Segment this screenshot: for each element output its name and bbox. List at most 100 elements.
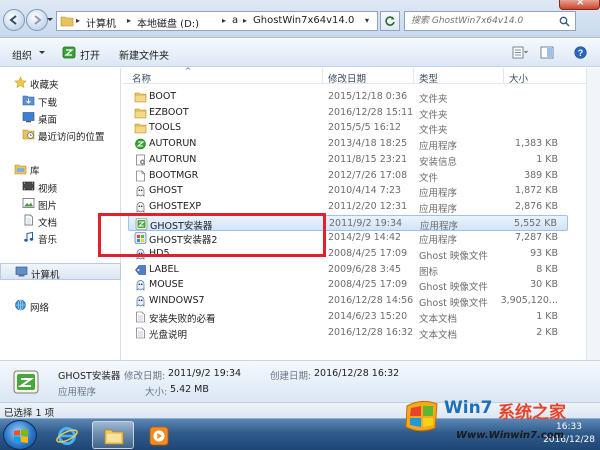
nav-item-recent-places[interactable]: 最近访问的位置 bbox=[0, 126, 121, 143]
breadcrumb-folder-a[interactable]: a bbox=[232, 15, 238, 26]
file-row[interactable]: EZBOOT 2016/12/28 15:11 文件夹 bbox=[128, 105, 568, 121]
music-icon bbox=[24, 231, 34, 242]
breadcrumb-separator: ▸ bbox=[127, 16, 132, 25]
nav-libraries[interactable]: 库 bbox=[0, 160, 121, 177]
column-divider[interactable] bbox=[503, 68, 504, 84]
command-bar: 组织 打开 新建文件夹 ? bbox=[0, 39, 600, 67]
text-file-icon bbox=[134, 327, 147, 342]
details-created-label: 创建日期: bbox=[270, 371, 312, 382]
details-file-type: 应用程序 bbox=[58, 387, 97, 398]
breadcrumb-separator: ▸ bbox=[76, 16, 81, 25]
file-row[interactable]: 光盘说明 2016/12/28 16:32 文本文档 2 KB bbox=[128, 325, 568, 341]
file-row[interactable]: BOOT 2015/12/18 0:36 文件夹 bbox=[128, 89, 568, 105]
column-divider[interactable] bbox=[413, 68, 414, 84]
nav-item-downloads[interactable]: 下载 bbox=[0, 92, 121, 109]
open-app-icon[interactable] bbox=[62, 46, 76, 59]
column-header-date[interactable]: 修改日期 bbox=[328, 71, 366, 85]
details-modified-label: 修改日期: bbox=[124, 371, 166, 382]
file-row[interactable]: WINDOWS7 2016/12/28 14:56 Ghost 映像文件 3,905,… bbox=[128, 293, 568, 309]
ghost-installer-icon bbox=[13, 370, 39, 394]
breadcrumb-current-folder[interactable]: GhostWin7x64v14.0 bbox=[253, 15, 354, 26]
desktop-icon bbox=[22, 112, 35, 123]
view-options-icon[interactable] bbox=[512, 46, 528, 59]
file-row[interactable]: LABEL 2009/6/28 3:45 图标 8 KB bbox=[128, 262, 568, 278]
nav-libraries-label: 库 bbox=[30, 166, 40, 177]
refresh-icon bbox=[385, 16, 395, 26]
file-date: 2016/12/28 15:11 bbox=[328, 106, 414, 118]
file-size: 1 KB bbox=[536, 153, 558, 165]
nav-computer-label: 计算机 bbox=[31, 270, 60, 281]
address-dropdown-chevron-icon[interactable]: ▾ bbox=[365, 16, 369, 25]
file-row[interactable]: AUTORUN 2011/8/15 23:21 安装信息 1 KB bbox=[128, 152, 568, 168]
refresh-button[interactable] bbox=[380, 11, 400, 31]
nav-item-label: 音乐 bbox=[38, 235, 58, 246]
search-icon[interactable] bbox=[559, 16, 570, 27]
breadcrumb[interactable]: ▸ 计算机 ▸ 本地磁盘 (D:) ▸ a ▸ GhostWin7x64v14.… bbox=[56, 11, 378, 31]
window-close-button[interactable]: × bbox=[559, 0, 600, 10]
nav-item-desktop[interactable]: 桌面 bbox=[0, 109, 121, 126]
file-name: WINDOWS7 bbox=[149, 295, 205, 307]
recent-pages-chevron-icon[interactable] bbox=[46, 16, 54, 24]
taskbar-media-player[interactable] bbox=[138, 421, 180, 449]
file-name: 光盘说明 bbox=[149, 329, 188, 341]
open-button[interactable]: 打开 bbox=[80, 47, 100, 62]
file-name: GHOST bbox=[149, 185, 183, 197]
watermark-brand-cn: 系统之家 bbox=[498, 403, 566, 423]
search-box[interactable] bbox=[404, 11, 576, 31]
preview-pane-icon[interactable] bbox=[540, 46, 554, 59]
file-name: BOOT bbox=[149, 91, 177, 102]
nav-computer[interactable]: 计算机 bbox=[0, 263, 121, 281]
file-row[interactable]: GHOST 2010/4/14 7:23 应用程序 1,872 KB bbox=[128, 183, 568, 199]
organize-button[interactable]: 组织 bbox=[12, 47, 32, 62]
file-row[interactable]: TOOLS 2015/5/5 16:12 文件夹 bbox=[128, 120, 568, 136]
search-input[interactable] bbox=[411, 12, 556, 30]
file-type: Ghost 映像文件 bbox=[419, 298, 488, 310]
start-button[interactable] bbox=[3, 420, 37, 450]
file-row[interactable]: AUTORUN 2013/4/18 18:25 应用程序 1,383 KB bbox=[128, 136, 568, 152]
back-button[interactable] bbox=[3, 9, 25, 31]
file-type: 应用程序 bbox=[419, 203, 458, 215]
nav-favorites[interactable]: 收藏夹 bbox=[0, 74, 121, 91]
status-selected-count: 已选择 1 项 bbox=[4, 408, 55, 419]
svg-text:?: ? bbox=[578, 48, 584, 58]
nav-network[interactable]: 网络 bbox=[0, 297, 121, 314]
file-row[interactable]: BOOTMGR 2012/7/26 17:08 文件 389 KB bbox=[128, 168, 568, 184]
breadcrumb-computer[interactable]: 计算机 bbox=[86, 15, 116, 30]
file-type: 文本文档 bbox=[419, 313, 458, 325]
file-size: 1,872 KB bbox=[515, 185, 558, 197]
file-type: 文件夹 bbox=[419, 109, 448, 121]
details-size-value: 5.42 MB bbox=[170, 384, 209, 395]
file-name: AUTORUN bbox=[149, 138, 197, 150]
file-date: 2011/9/2 19:34 bbox=[329, 217, 403, 229]
file-row[interactable]: MOUSE 2008/4/25 17:09 Ghost 映像文件 30 KB bbox=[128, 277, 568, 293]
file-date: 2010/4/14 7:23 bbox=[328, 185, 402, 197]
nav-item-label: 下载 bbox=[38, 98, 58, 109]
file-date: 2015/12/18 0:36 bbox=[328, 91, 408, 102]
column-header-name[interactable]: 名称 bbox=[132, 71, 151, 85]
file-date: 2011/2/20 12:31 bbox=[328, 200, 408, 212]
column-header-type[interactable]: 类型 bbox=[419, 71, 438, 85]
column-header-size[interactable]: 大小 bbox=[509, 71, 528, 85]
nav-item-pictures[interactable]: 图片 bbox=[0, 195, 121, 212]
taskbar-windows-explorer[interactable] bbox=[92, 421, 134, 449]
file-size: 5,552 KB bbox=[514, 217, 557, 229]
nav-item-videos[interactable]: 视频 bbox=[0, 178, 121, 195]
file-date: 2012/7/26 17:08 bbox=[328, 169, 408, 181]
help-icon[interactable]: ? bbox=[574, 46, 587, 59]
file-row[interactable]: 安装失败的必看 2014/6/23 15:20 文本文档 1 KB bbox=[128, 309, 568, 325]
breadcrumb-drive-d[interactable]: 本地磁盘 (D:) bbox=[137, 15, 199, 30]
organize-chevron-down-icon[interactable] bbox=[39, 51, 45, 54]
forward-button[interactable] bbox=[26, 9, 48, 31]
file-size: 389 KB bbox=[524, 169, 558, 181]
file-date: 2014/2/9 14:42 bbox=[328, 232, 402, 244]
file-name: LABEL bbox=[149, 263, 179, 275]
watermark-brand-w: Win7 bbox=[444, 398, 493, 418]
vertical-scrollbar[interactable] bbox=[586, 68, 600, 360]
new-folder-button[interactable]: 新建文件夹 bbox=[119, 47, 169, 62]
file-name: TOOLS bbox=[149, 122, 182, 134]
details-created-value: 2016/12/28 16:32 bbox=[314, 368, 400, 379]
taskbar-internet-explorer[interactable] bbox=[46, 421, 88, 449]
file-name: MOUSE bbox=[149, 279, 184, 291]
column-divider[interactable] bbox=[322, 68, 323, 84]
details-size-label: 大小: bbox=[145, 387, 168, 398]
